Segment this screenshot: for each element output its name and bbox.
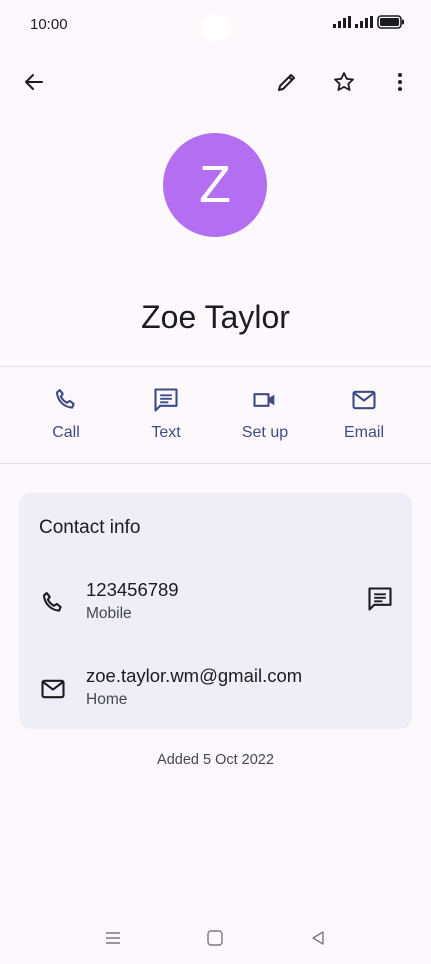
setup-label: Set up <box>241 424 289 441</box>
email-label: Email <box>343 424 384 441</box>
home-square-icon <box>207 930 223 946</box>
send-message-button[interactable] <box>364 583 396 615</box>
quick-actions: Call Text Set up Email <box>0 383 431 453</box>
favorite-button[interactable] <box>322 60 366 104</box>
pencil-icon <box>278 74 295 91</box>
email-row[interactable]: zoe.taylor.wm@gmail.com Home <box>19 665 412 725</box>
contact-info-title: Contact info <box>39 517 141 538</box>
email-type: Home <box>86 691 128 708</box>
signal-icon-2 <box>355 16 373 28</box>
home-button[interactable] <box>200 926 230 950</box>
divider-top <box>0 366 431 367</box>
more-vert-icon <box>398 73 402 91</box>
avatar-initial: Z <box>199 156 231 214</box>
phone-number: 123456789 <box>86 579 179 600</box>
back-button[interactable] <box>12 60 56 104</box>
edit-button[interactable] <box>265 60 309 104</box>
divider-bottom <box>0 463 431 464</box>
battery-icon <box>377 15 404 29</box>
contact-info-card: Contact info 123456789 Mobile zoe.taylor… <box>19 493 412 729</box>
phone-icon <box>55 389 75 409</box>
phone-row[interactable]: 123456789 Mobile <box>19 579 412 639</box>
menu-icon <box>106 932 120 944</box>
text-action[interactable]: Text <box>126 383 206 453</box>
mail-icon <box>352 390 376 410</box>
call-label: Call <box>52 424 80 441</box>
signal-icon <box>333 16 351 28</box>
email-address: zoe.taylor.wm@gmail.com <box>86 665 303 686</box>
contact-name: Zoe Taylor <box>141 299 290 335</box>
status-time: 10:00 <box>30 16 68 33</box>
mail-icon <box>41 679 65 699</box>
back-nav-button[interactable] <box>303 926 333 950</box>
arrow-left-icon <box>25 74 43 90</box>
email-action[interactable]: Email <box>324 383 404 453</box>
message-icon <box>368 587 392 611</box>
star-outline-icon <box>334 72 354 91</box>
video-icon <box>253 393 275 407</box>
message-icon <box>154 388 178 412</box>
back-triangle-icon <box>312 931 324 945</box>
status-bar: 10:00 <box>0 0 431 50</box>
video-setup-action[interactable]: Set up <box>225 383 305 453</box>
status-icons <box>333 15 405 29</box>
recents-button[interactable] <box>98 926 128 950</box>
added-date: Added 5 Oct 2022 <box>157 752 274 768</box>
text-label: Text <box>151 424 181 441</box>
phone-icon <box>42 592 62 612</box>
phone-type: Mobile <box>86 605 132 622</box>
camera-cutout <box>201 14 229 42</box>
call-action[interactable]: Call <box>26 383 106 453</box>
top-app-bar <box>0 60 431 104</box>
more-options-button[interactable] <box>378 60 422 104</box>
avatar: Z <box>163 133 267 237</box>
system-nav-bar <box>0 918 431 958</box>
